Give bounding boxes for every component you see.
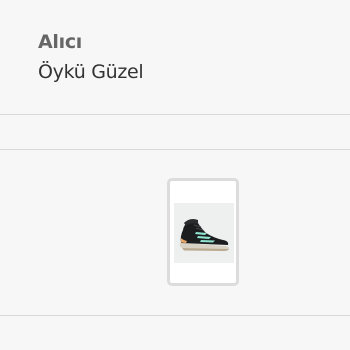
recipient-name: Öykü Güzel	[38, 61, 144, 83]
recipient-label: Alıcı	[38, 31, 83, 53]
order-items-section	[0, 150, 350, 315]
recipient-section: Alıcı Öykü Güzel	[0, 0, 350, 114]
shoe-icon	[174, 203, 234, 263]
order-detail-page: Alıcı Öykü Güzel	[0, 0, 350, 350]
product-thumbnail[interactable]	[167, 178, 239, 286]
section-spacer	[0, 115, 350, 149]
section-spacer	[0, 316, 350, 350]
